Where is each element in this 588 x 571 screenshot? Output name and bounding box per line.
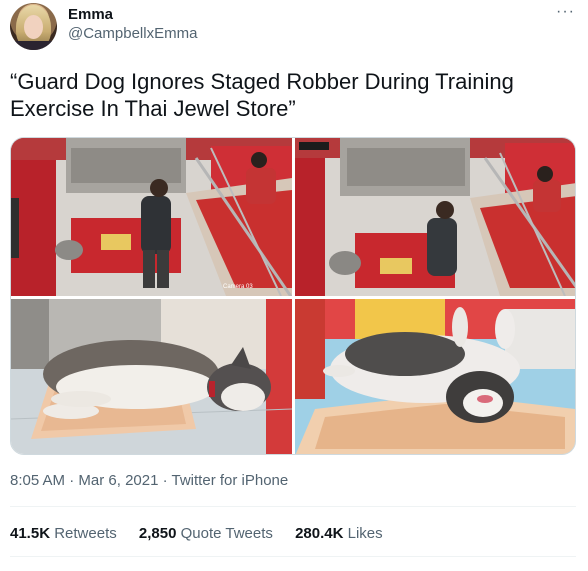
avatar[interactable]	[10, 3, 57, 50]
divider	[10, 556, 576, 557]
camera-label: Camera 03	[223, 284, 253, 290]
tweet: Emma @CampbellxEmma ··· “Guard Dog Ignor…	[0, 0, 588, 571]
author-handle[interactable]: @CampbellxEmma	[68, 25, 197, 42]
avatar-shirt	[10, 41, 57, 50]
tweet-date[interactable]: Mar 6, 2021	[78, 472, 158, 489]
quote-tweets-label: Quote Tweets	[180, 525, 273, 542]
meta-separator: ·	[69, 472, 75, 489]
divider	[10, 506, 576, 507]
likes-count: 280.4K	[295, 525, 344, 542]
tweet-time[interactable]: 8:05 AM	[10, 472, 65, 489]
tweet-stats: 41.5K Retweets 2,850 Quote Tweets 280.4K…	[10, 525, 401, 542]
tweet-meta: 8:05 AM · Mar 6, 2021 · Twitter for iPho…	[10, 472, 288, 489]
likes-stat[interactable]: 280.4K Likes	[295, 525, 383, 542]
more-options-icon[interactable]: ···	[556, 3, 575, 21]
tweet-text: “Guard Dog Ignores Staged Robber During …	[10, 69, 514, 121]
author-name[interactable]: Emma	[68, 6, 113, 23]
retweets-label: Retweets	[54, 525, 117, 542]
avatar-face	[24, 15, 43, 39]
photo-security-cam-1[interactable]: Camera 03	[11, 138, 292, 296]
photo-sleeping-husky-1[interactable]	[11, 299, 292, 454]
media-grid[interactable]: Camera 03	[10, 137, 576, 455]
retweets-count: 41.5K	[10, 525, 51, 542]
quote-tweets-count: 2,850	[138, 525, 177, 542]
quote-tweets-stat[interactable]: 2,850 Quote Tweets	[139, 525, 273, 542]
photo-security-cam-2[interactable]	[295, 138, 575, 296]
photo-sleeping-husky-2[interactable]	[295, 299, 575, 454]
retweets-stat[interactable]: 41.5K Retweets	[10, 525, 117, 542]
tweet-source[interactable]: Twitter for iPhone	[172, 472, 289, 489]
meta-separator: ·	[162, 472, 168, 489]
likes-label: Likes	[347, 525, 383, 542]
